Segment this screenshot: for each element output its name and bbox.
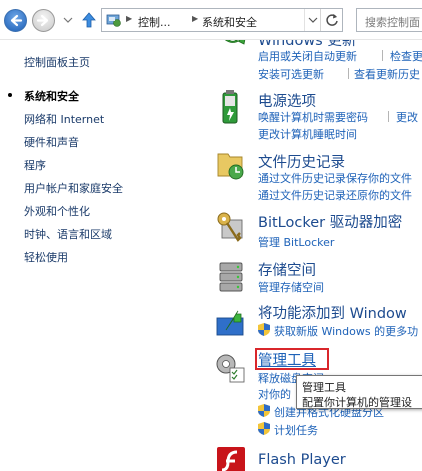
sidebar-item-programs[interactable]: 程序 bbox=[24, 157, 46, 173]
link-wake-password[interactable]: 唤醒计算机时需要密码 bbox=[258, 109, 368, 125]
current-item-bullet-icon bbox=[8, 93, 12, 97]
back-arrow-icon bbox=[10, 14, 23, 27]
section-title-add-features[interactable]: 将功能添加到 Window bbox=[258, 302, 407, 323]
link-save-files[interactable]: 通过文件历史记录保存你的文件 bbox=[258, 170, 412, 186]
link-separator bbox=[348, 68, 349, 79]
section-title-admin-tools[interactable]: 管理工具 bbox=[258, 349, 316, 370]
address-history-dropdown[interactable] bbox=[304, 9, 320, 31]
refresh-icon bbox=[326, 14, 338, 26]
sidebar-control-panel-home[interactable]: 控制面板主页 bbox=[24, 54, 90, 70]
uac-shield-icon bbox=[258, 422, 270, 435]
tooltip-title: 管理工具 bbox=[302, 381, 346, 394]
link-restore-files[interactable]: 通过文件历史记录还原你的文件 bbox=[258, 187, 412, 203]
sidebar-item-network-internet[interactable]: 网络和 Internet bbox=[24, 111, 104, 127]
section-title-flash-player[interactable]: Flash Player bbox=[258, 452, 346, 468]
link-update-history[interactable]: 查看更新历史 bbox=[354, 66, 420, 82]
link-schedule-tasks[interactable]: 计划任务 bbox=[274, 422, 318, 438]
sidebar-item-system-security: 系统和安全 bbox=[24, 90, 79, 103]
forward-arrow-icon bbox=[36, 14, 49, 27]
link-separator bbox=[382, 50, 383, 61]
link-check-updates[interactable]: 检查更 bbox=[390, 48, 422, 64]
link-auto-update[interactable]: 启用或关闭自动更新 bbox=[258, 48, 357, 64]
recent-pages-dropdown-icon[interactable] bbox=[63, 15, 73, 25]
file-history-icon bbox=[217, 153, 244, 180]
breadcrumb-control-panel[interactable]: 控制... bbox=[138, 14, 171, 30]
sidebar-item-user-accounts[interactable]: 用户帐户和家庭安全 bbox=[24, 180, 123, 196]
link-manage-storage[interactable]: 管理存储空间 bbox=[258, 279, 324, 295]
section-title-file-history[interactable]: 文件历史记录 bbox=[258, 151, 345, 172]
link-change-power[interactable]: 更改 bbox=[396, 109, 418, 125]
back-button[interactable] bbox=[4, 9, 27, 32]
sidebar-item-clock-language[interactable]: 时钟、语言和区域 bbox=[24, 226, 112, 242]
storage-spaces-icon bbox=[219, 262, 243, 292]
link-get-more-features[interactable]: 获取新版 Windows 的更多功 bbox=[274, 323, 418, 339]
add-features-icon bbox=[216, 310, 244, 336]
breadcrumb-separator-icon: ▶ bbox=[126, 14, 133, 23]
up-level-icon[interactable] bbox=[80, 11, 98, 29]
sidebar-item-hardware-sound[interactable]: 硬件和声音 bbox=[24, 134, 79, 150]
sidebar: 控制面板主页 系统和安全 网络和 Internet 硬件和声音 程序 用户帐户和… bbox=[0, 40, 206, 471]
refresh-button[interactable] bbox=[320, 9, 342, 31]
breadcrumb-separator-icon: ▶ bbox=[192, 14, 199, 23]
address-toolbar: ▶ 控制... ▶ 系统和安全 搜索控制面 bbox=[0, 0, 422, 40]
tooltip: 管理工具 配置你计算机的管理设 bbox=[296, 375, 422, 409]
link-manage-bitlocker[interactable]: 管理 BitLocker bbox=[258, 234, 334, 250]
section-title-bitlocker[interactable]: BitLocker 驱动器加密 bbox=[258, 211, 402, 232]
section-title-power-options[interactable]: 电源选项 bbox=[258, 90, 316, 111]
flash-player-icon bbox=[217, 447, 245, 471]
administrative-tools-icon bbox=[216, 354, 245, 383]
tooltip-description: 配置你计算机的管理设 bbox=[302, 396, 412, 409]
section-title-storage-spaces[interactable]: 存储空间 bbox=[258, 259, 316, 280]
search-placeholder: 搜索控制面 bbox=[365, 16, 420, 29]
uac-shield-icon bbox=[258, 404, 270, 417]
sidebar-item-ease-of-access[interactable]: 轻松使用 bbox=[24, 249, 68, 265]
power-options-icon bbox=[222, 90, 238, 124]
uac-shield-icon bbox=[258, 323, 270, 336]
main-content: Windows 更新 启用或关闭自动更新 检查更 安装可选更新 查看更新历史 电… bbox=[206, 40, 422, 471]
sidebar-item-appearance[interactable]: 外观和个性化 bbox=[24, 203, 90, 219]
control-panel-icon bbox=[106, 14, 121, 27]
search-input[interactable]: 搜索控制面 bbox=[356, 8, 422, 32]
breadcrumb-system-security[interactable]: 系统和安全 bbox=[202, 14, 257, 30]
link-sleep-time[interactable]: 更改计算机睡眠时间 bbox=[258, 126, 357, 142]
link-separator bbox=[388, 111, 389, 122]
link-optional-updates[interactable]: 安装可选更新 bbox=[258, 66, 324, 82]
bitlocker-key-icon bbox=[217, 212, 243, 242]
chevron-down-icon bbox=[308, 17, 318, 23]
windows-update-icon bbox=[224, 40, 246, 45]
forward-button[interactable] bbox=[32, 9, 55, 32]
link-defragment[interactable]: 对你的 bbox=[258, 386, 291, 402]
address-bar[interactable]: ▶ 控制... ▶ 系统和安全 bbox=[101, 8, 343, 32]
